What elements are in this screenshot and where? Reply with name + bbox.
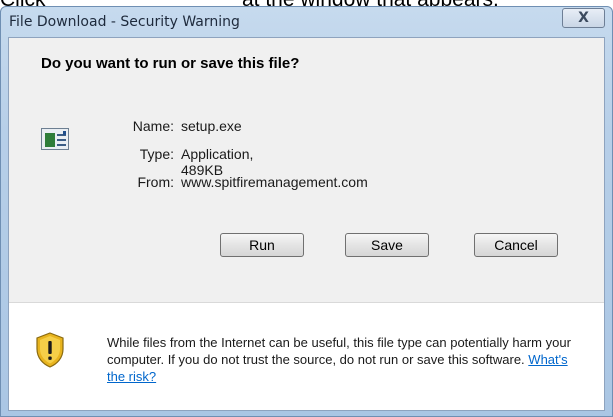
name-label: Name: xyxy=(132,118,174,134)
run-button[interactable]: Run xyxy=(220,233,304,257)
application-file-icon xyxy=(41,128,69,150)
type-label: Type: xyxy=(139,146,174,162)
from-value: www.spitfiremanagement.com xyxy=(181,174,368,190)
file-info-panel: Do you want to run or save this file? Na… xyxy=(9,38,604,302)
name-value: setup.exe xyxy=(181,118,242,134)
close-button[interactable]: X xyxy=(562,8,605,28)
warning-text: While files from the Internet can be use… xyxy=(107,335,571,367)
security-warning-message: While files from the Internet can be use… xyxy=(107,334,587,385)
save-button[interactable]: Save xyxy=(345,233,429,257)
security-warning-dialog: File Download - Security Warning X Do yo… xyxy=(0,6,613,417)
from-label: From: xyxy=(137,174,174,190)
cancel-button[interactable]: Cancel xyxy=(474,233,558,257)
title-bar[interactable]: File Download - Security Warning X xyxy=(1,7,612,37)
close-icon: X xyxy=(578,10,589,26)
security-shield-warning-icon xyxy=(36,332,64,368)
divider xyxy=(9,302,604,303)
dialog-question: Do you want to run or save this file? xyxy=(41,55,300,72)
window-title: File Download - Security Warning xyxy=(9,14,240,30)
dialog-body: Do you want to run or save this file? Na… xyxy=(8,37,605,411)
